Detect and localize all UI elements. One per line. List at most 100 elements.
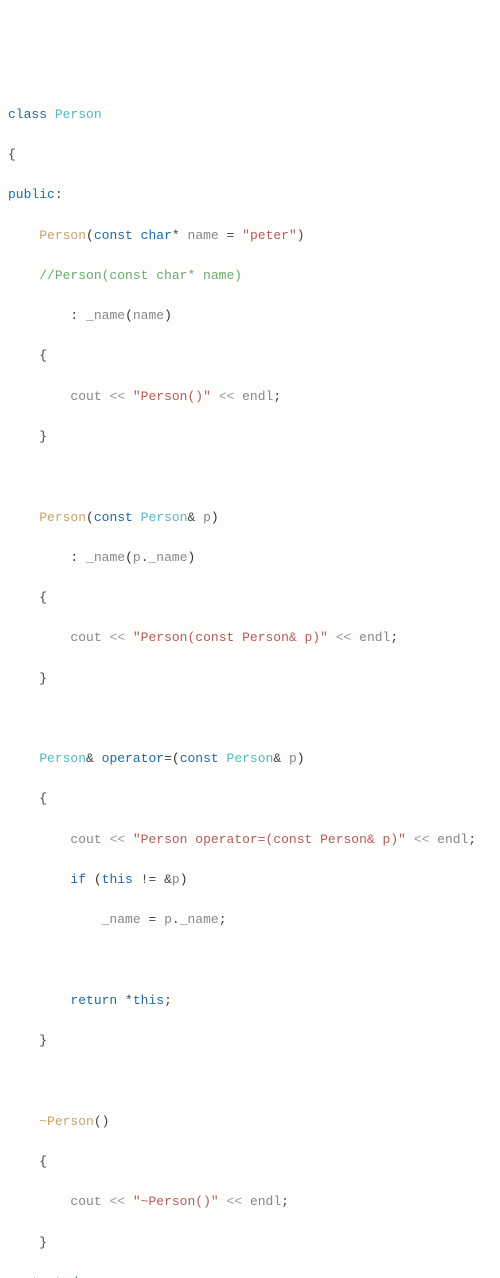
code-line: return *this; — [8, 991, 492, 1011]
arg: name — [133, 308, 164, 323]
star: * — [125, 993, 133, 1008]
member-name: _name — [86, 550, 125, 565]
stream-op: << — [227, 1194, 243, 1209]
code-line: if (this != &p) — [8, 870, 492, 890]
brace-open: { — [39, 791, 47, 806]
colon: : — [70, 308, 78, 323]
p-name: _name — [180, 912, 219, 927]
brace-open: { — [8, 147, 16, 162]
brace-close: } — [39, 429, 47, 444]
code-line: { — [8, 346, 492, 366]
keyword-this: this — [102, 872, 133, 887]
brace-open: { — [39, 1154, 47, 1169]
keyword-operator: operator — [102, 751, 164, 766]
string-literal: "Person operator=(const Person& p)" — [133, 832, 406, 847]
member-name: _name — [102, 912, 141, 927]
code-line: class Person — [8, 105, 492, 125]
code-line: { — [8, 1152, 492, 1172]
ctor-name: Person — [39, 228, 86, 243]
amp: & — [86, 751, 94, 766]
semi: ; — [390, 630, 398, 645]
comment: //Person(const char* name) — [39, 268, 242, 283]
type-person: Person — [141, 510, 188, 525]
dot: . — [172, 912, 180, 927]
cout: cout — [70, 389, 101, 404]
eq: = — [227, 228, 235, 243]
type-person: Person — [39, 751, 86, 766]
string-literal: "peter" — [242, 228, 297, 243]
code-line: : _name(p._name) — [8, 548, 492, 568]
access-protected: protected — [8, 1275, 78, 1278]
paren-close: ) — [297, 228, 305, 243]
semi: ; — [219, 912, 227, 927]
keyword-const: const — [94, 510, 133, 525]
code-line: cout << "~Person()" << endl; — [8, 1192, 492, 1212]
amp: & — [273, 751, 281, 766]
keyword-char: char — [141, 228, 172, 243]
p: p — [164, 912, 172, 927]
star: * — [172, 228, 180, 243]
endl: endl — [242, 389, 273, 404]
endl: endl — [359, 630, 390, 645]
keyword-this: this — [133, 993, 164, 1008]
type-person: Person — [55, 107, 102, 122]
code-editor: class Person { public: Person(const char… — [8, 85, 492, 1278]
access-public: public — [8, 187, 55, 202]
cout: cout — [70, 832, 101, 847]
semi: ; — [273, 389, 281, 404]
code-line: Person& operator=(const Person& p) — [8, 749, 492, 769]
code-line: cout << "Person(const Person& p)" << end… — [8, 628, 492, 648]
code-line: Person(const Person& p) — [8, 508, 492, 528]
cout: cout — [70, 630, 101, 645]
cout: cout — [70, 1194, 101, 1209]
string-literal: "Person()" — [133, 389, 211, 404]
colon: : — [70, 550, 78, 565]
brace-open: { — [39, 348, 47, 363]
keyword-const: const — [180, 751, 219, 766]
code-line: cout << "Person operator=(const Person& … — [8, 830, 492, 850]
brace-close: } — [39, 1235, 47, 1250]
brace-open: { — [39, 590, 47, 605]
code-line: : _name(name) — [8, 306, 492, 326]
p: p — [133, 550, 141, 565]
stream-op: << — [109, 630, 125, 645]
dot: . — [141, 550, 149, 565]
code-line: ~Person() — [8, 1112, 492, 1132]
code-line: //Person(const char* name) — [8, 266, 492, 286]
code-line: cout << "Person()" << endl; — [8, 387, 492, 407]
param-p: p — [203, 510, 211, 525]
code-line: _name = p._name; — [8, 910, 492, 930]
brace-close: } — [39, 671, 47, 686]
code-line: } — [8, 669, 492, 689]
dtor-name: Person — [47, 1114, 94, 1129]
code-line — [8, 951, 492, 971]
brace-close: } — [39, 1033, 47, 1048]
stream-op: << — [109, 389, 125, 404]
ctor-name: Person — [39, 510, 86, 525]
param-p: p — [289, 751, 297, 766]
code-line: { — [8, 789, 492, 809]
param-name: name — [188, 228, 219, 243]
semi: ; — [281, 1194, 289, 1209]
dtor-tilde: ~ — [39, 1114, 47, 1129]
code-line: { — [8, 145, 492, 165]
code-line — [8, 709, 492, 729]
member-name: _name — [86, 308, 125, 323]
p: p — [172, 872, 180, 887]
eq: = — [148, 912, 156, 927]
code-line: { — [8, 588, 492, 608]
semi: ; — [164, 993, 172, 1008]
p-name: _name — [149, 550, 188, 565]
neq: != — [141, 872, 157, 887]
endl: endl — [250, 1194, 281, 1209]
colon: : — [55, 187, 63, 202]
amp: & — [187, 510, 195, 525]
code-line: Person(const char* name = "peter") — [8, 226, 492, 246]
code-line: public: — [8, 185, 492, 205]
stream-op: << — [219, 389, 235, 404]
stream-op: << — [414, 832, 430, 847]
string-literal: "~Person()" — [133, 1194, 219, 1209]
amp: & — [164, 872, 172, 887]
stream-op: << — [336, 630, 352, 645]
endl: endl — [437, 832, 468, 847]
